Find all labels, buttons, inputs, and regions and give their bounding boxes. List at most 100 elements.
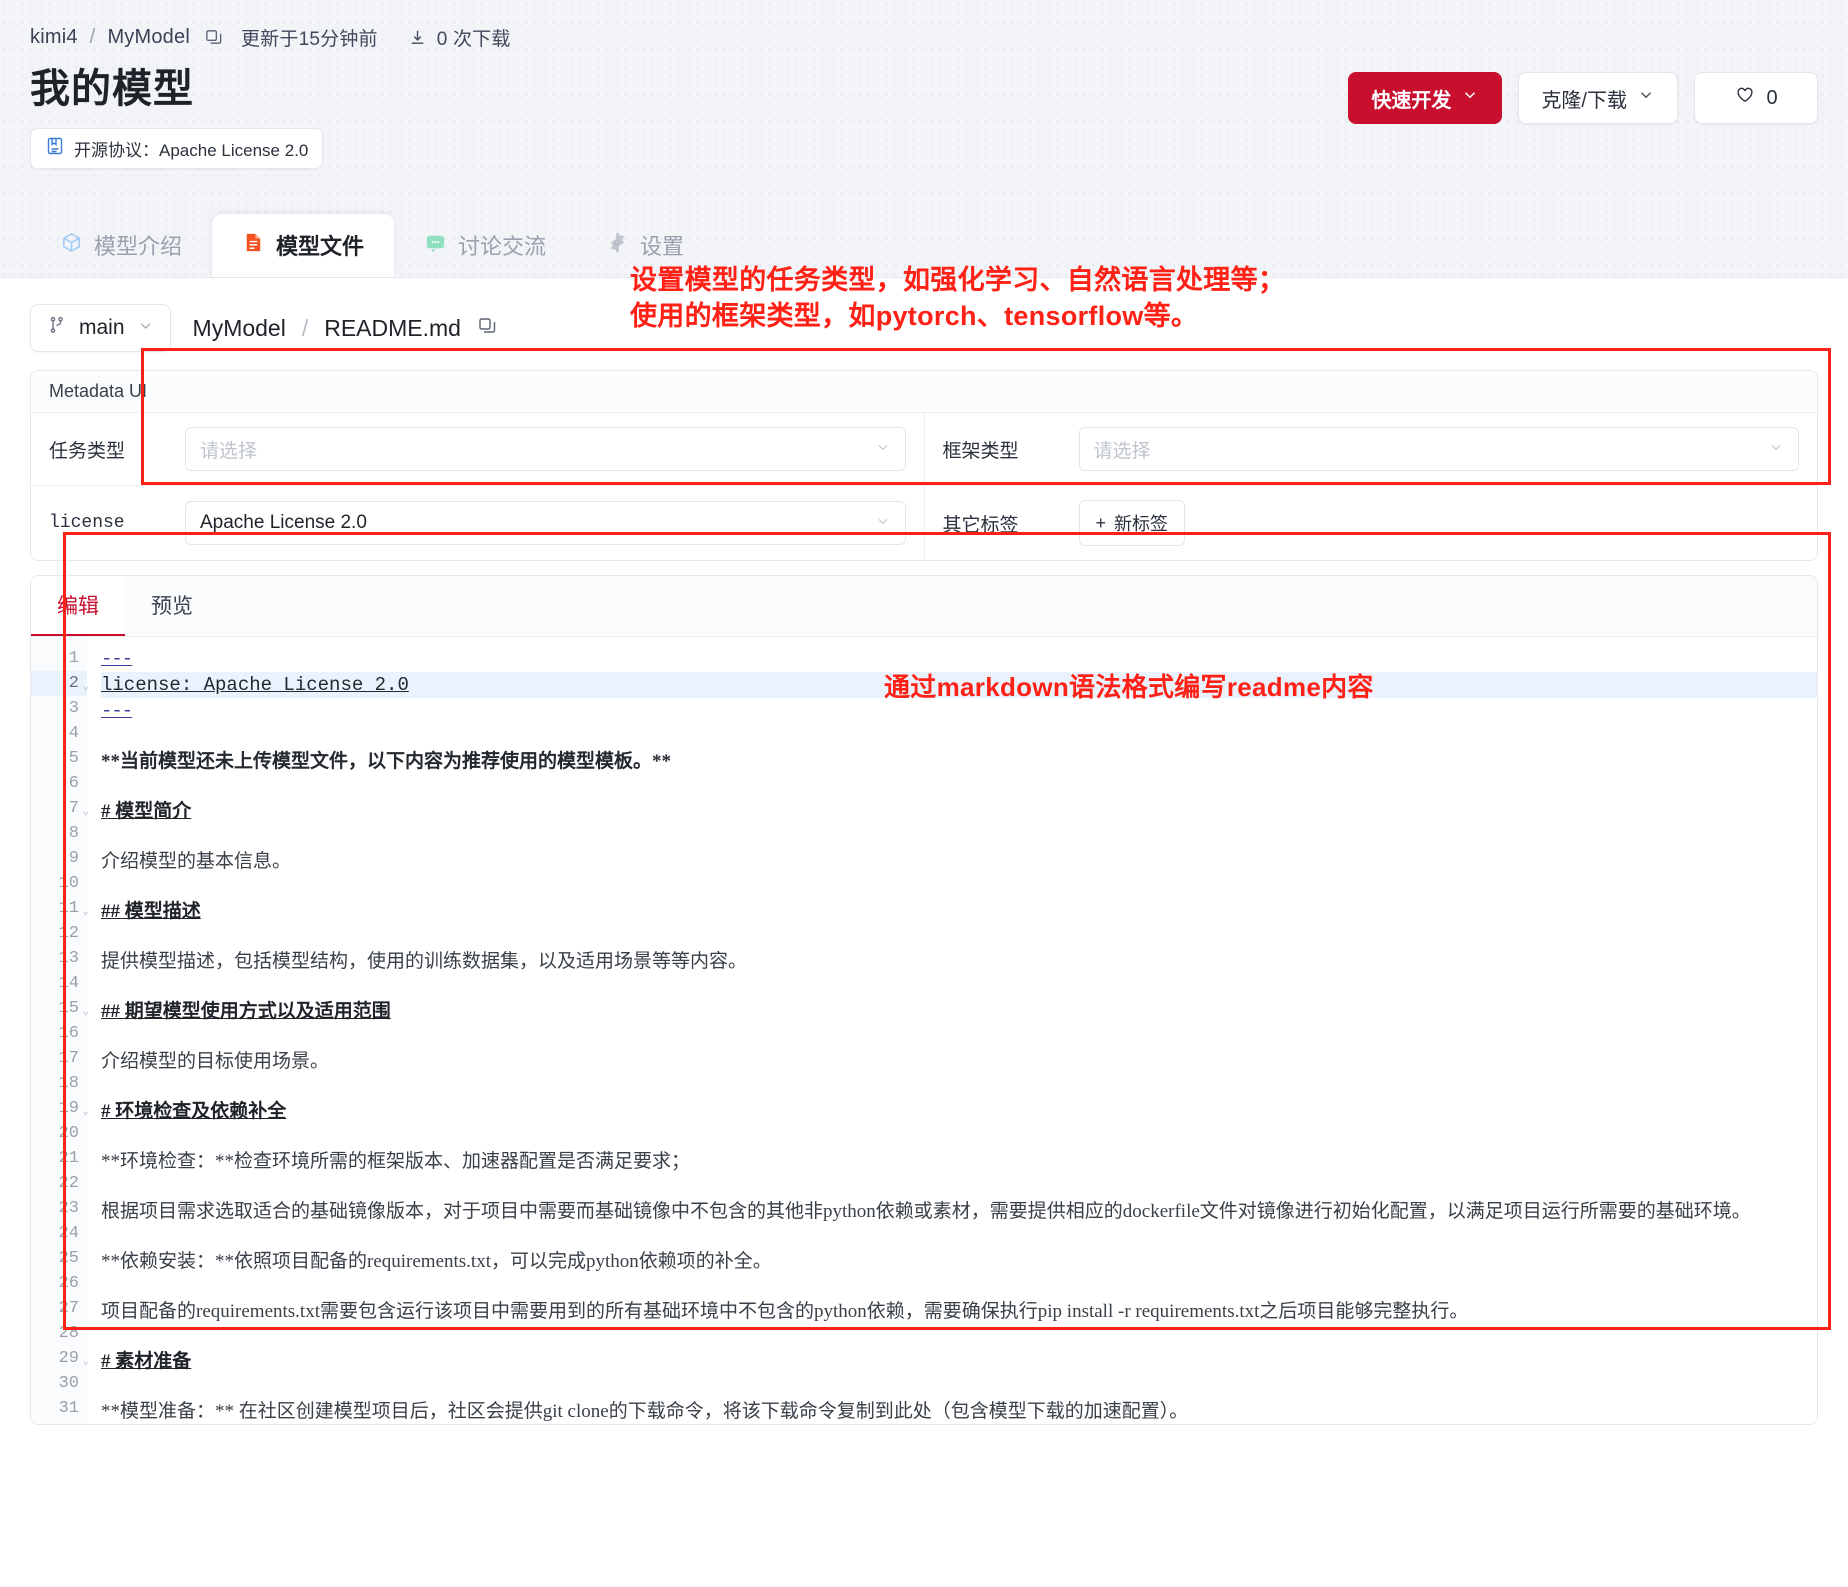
chevron-down-icon: [875, 513, 891, 534]
code-line[interactable]: [101, 1324, 1817, 1349]
line-number: 5: [31, 746, 87, 771]
code-line[interactable]: [101, 774, 1817, 799]
plus-icon: +: [1096, 513, 1107, 534]
code-line-text: 介绍模型的基本信息。: [101, 851, 291, 872]
line-number: 4: [31, 721, 87, 746]
line-number: 21: [31, 1146, 87, 1171]
license-value: Apache License 2.0: [200, 512, 367, 534]
code-line[interactable]: [101, 1024, 1817, 1049]
code-line[interactable]: [101, 874, 1817, 899]
editor-tab-edit[interactable]: 编辑: [31, 576, 125, 636]
branch-selector[interactable]: main: [30, 304, 171, 352]
page-header: kimi4 / MyModel 更新于15分钟前 0 次下载 我的模型: [0, 0, 1848, 278]
breadcrumb-owner[interactable]: kimi4: [30, 26, 78, 49]
editor-tab-preview[interactable]: 预览: [125, 576, 219, 636]
tab-model-files[interactable]: 模型文件: [212, 214, 394, 277]
code-line[interactable]: ---: [101, 646, 1817, 672]
breadcrumb: kimi4 / MyModel 更新于15分钟前 0 次下载: [30, 22, 1818, 52]
code-line[interactable]: # 模型简介: [101, 799, 1817, 824]
license-field: license Apache License 2.0: [31, 486, 924, 560]
code-line[interactable]: [101, 1224, 1817, 1249]
path-file: README.md: [324, 315, 461, 342]
line-number-gutter: 12⌄34567⌄891011⌄12131415⌄16171819⌄202122…: [31, 637, 87, 1424]
quick-develop-button[interactable]: 快速开发: [1348, 72, 1502, 124]
path-repo[interactable]: MyModel: [193, 315, 286, 342]
file-path: MyModel / README.md: [193, 315, 497, 342]
code-line-text: 介绍模型的目标使用场景。: [101, 1051, 329, 1072]
chevron-down-icon: [1637, 86, 1655, 110]
clone-download-button[interactable]: 克隆/下载: [1518, 72, 1678, 124]
code-line[interactable]: [101, 1074, 1817, 1099]
like-count: 0: [1766, 87, 1777, 110]
breadcrumb-repo[interactable]: MyModel: [107, 26, 190, 49]
task-type-select[interactable]: 请选择: [185, 427, 906, 471]
code-line-text: # 素材准备: [101, 1351, 191, 1372]
framework-type-select[interactable]: 请选择: [1079, 427, 1800, 471]
line-number: 10: [31, 871, 87, 896]
code-line[interactable]: [101, 724, 1817, 749]
other-tags-field: 其它标签 + 新标签: [924, 486, 1818, 560]
line-number: 7⌄: [31, 796, 87, 821]
code-line[interactable]: 根据项目需求选取适合的基础镜像版本，对于项目中需要而基础镜像中不包含的其他非py…: [101, 1199, 1817, 1224]
line-number: 11⌄: [31, 896, 87, 921]
line-number: 18: [31, 1071, 87, 1096]
line-number: 3: [31, 696, 87, 721]
framework-type-label: 框架类型: [943, 436, 1061, 463]
code-line-text: **环境检查：**检查环境所需的框架版本、加速器配置是否满足要求；: [101, 1151, 690, 1172]
tab-discussion[interactable]: 讨论交流: [394, 214, 576, 277]
framework-type-placeholder: 请选择: [1094, 436, 1151, 463]
editor-lines[interactable]: ---license: Apache License 2.0--- **当前模型还…: [87, 637, 1817, 1424]
copy-icon[interactable]: [477, 315, 497, 342]
code-line[interactable]: ## 模型描述: [101, 899, 1817, 924]
code-line[interactable]: 提供模型描述，包括模型结构，使用的训练数据集，以及适用场景等等内容。: [101, 949, 1817, 974]
metadata-panel: Metadata UI 任务类型 请选择 框架类型 请选择: [30, 370, 1818, 561]
code-line[interactable]: [101, 974, 1817, 999]
editor-tab-bar: 编辑 预览: [31, 576, 1817, 637]
line-number: 15⌄: [31, 996, 87, 1021]
tab-settings[interactable]: 设置: [576, 214, 714, 277]
line-number: 31: [31, 1396, 87, 1421]
license-badge: 开源协议：Apache License 2.0: [30, 128, 323, 169]
code-line[interactable]: [101, 1174, 1817, 1199]
like-button[interactable]: 0: [1694, 72, 1818, 124]
code-line[interactable]: 介绍模型的目标使用场景。: [101, 1049, 1817, 1074]
license-select[interactable]: Apache License 2.0: [185, 501, 906, 545]
line-number: 19⌄: [31, 1096, 87, 1121]
code-line[interactable]: license: Apache License 2.0: [101, 672, 1817, 698]
code-line[interactable]: 介绍模型的基本信息。: [101, 849, 1817, 874]
code-line[interactable]: **模型准备：** 在社区创建模型项目后，社区会提供git clone的下载命令…: [101, 1399, 1817, 1424]
code-line[interactable]: [101, 1124, 1817, 1149]
license-icon: [45, 136, 65, 161]
code-line[interactable]: [101, 924, 1817, 949]
code-line[interactable]: [101, 1374, 1817, 1399]
copy-icon[interactable]: [204, 28, 223, 47]
task-type-field: 任务类型 请选择: [31, 413, 924, 485]
code-line[interactable]: [101, 824, 1817, 849]
line-number: 28: [31, 1321, 87, 1346]
code-line[interactable]: # 素材准备: [101, 1349, 1817, 1374]
add-tag-button[interactable]: + 新标签: [1079, 500, 1186, 546]
code-line-text: ## 模型描述: [101, 901, 201, 922]
code-line-text: ---: [101, 700, 132, 722]
chevron-down-icon: [875, 439, 891, 460]
code-line[interactable]: ## 期望模型使用方式以及适用范围: [101, 999, 1817, 1024]
line-number: 29⌄: [31, 1346, 87, 1371]
license-badge-label: 开源协议：Apache License 2.0: [74, 136, 308, 161]
code-line[interactable]: ---: [101, 698, 1817, 724]
clone-download-label: 克隆/下载: [1541, 84, 1627, 113]
quick-develop-label: 快速开发: [1371, 84, 1451, 113]
code-line[interactable]: 项目配备的requirements.txt需要包含运行该项目中需要用到的所有基础…: [101, 1299, 1817, 1324]
code-line-text: **当前模型还未上传模型文件，以下内容为推荐使用的模型模板。**: [101, 751, 671, 772]
updated-time: 更新于15分钟前: [241, 24, 378, 51]
code-line[interactable]: **当前模型还未上传模型文件，以下内容为推荐使用的模型模板。**: [101, 749, 1817, 774]
code-line[interactable]: **环境检查：**检查环境所需的框架版本、加速器配置是否满足要求；: [101, 1149, 1817, 1174]
line-number: 16: [31, 1021, 87, 1046]
code-line[interactable]: **依赖安装：**依照项目配备的requirements.txt，可以完成pyt…: [101, 1249, 1817, 1274]
code-line[interactable]: [101, 1274, 1817, 1299]
metadata-panel-title: Metadata UI: [31, 371, 1817, 413]
tab-model-intro[interactable]: 模型介绍: [30, 214, 212, 277]
code-line[interactable]: # 环境检查及依赖补全: [101, 1099, 1817, 1124]
chat-icon: [424, 231, 447, 260]
code-line-text: ---: [101, 648, 132, 670]
code-area[interactable]: 12⌄34567⌄891011⌄12131415⌄16171819⌄202122…: [31, 637, 1817, 1424]
